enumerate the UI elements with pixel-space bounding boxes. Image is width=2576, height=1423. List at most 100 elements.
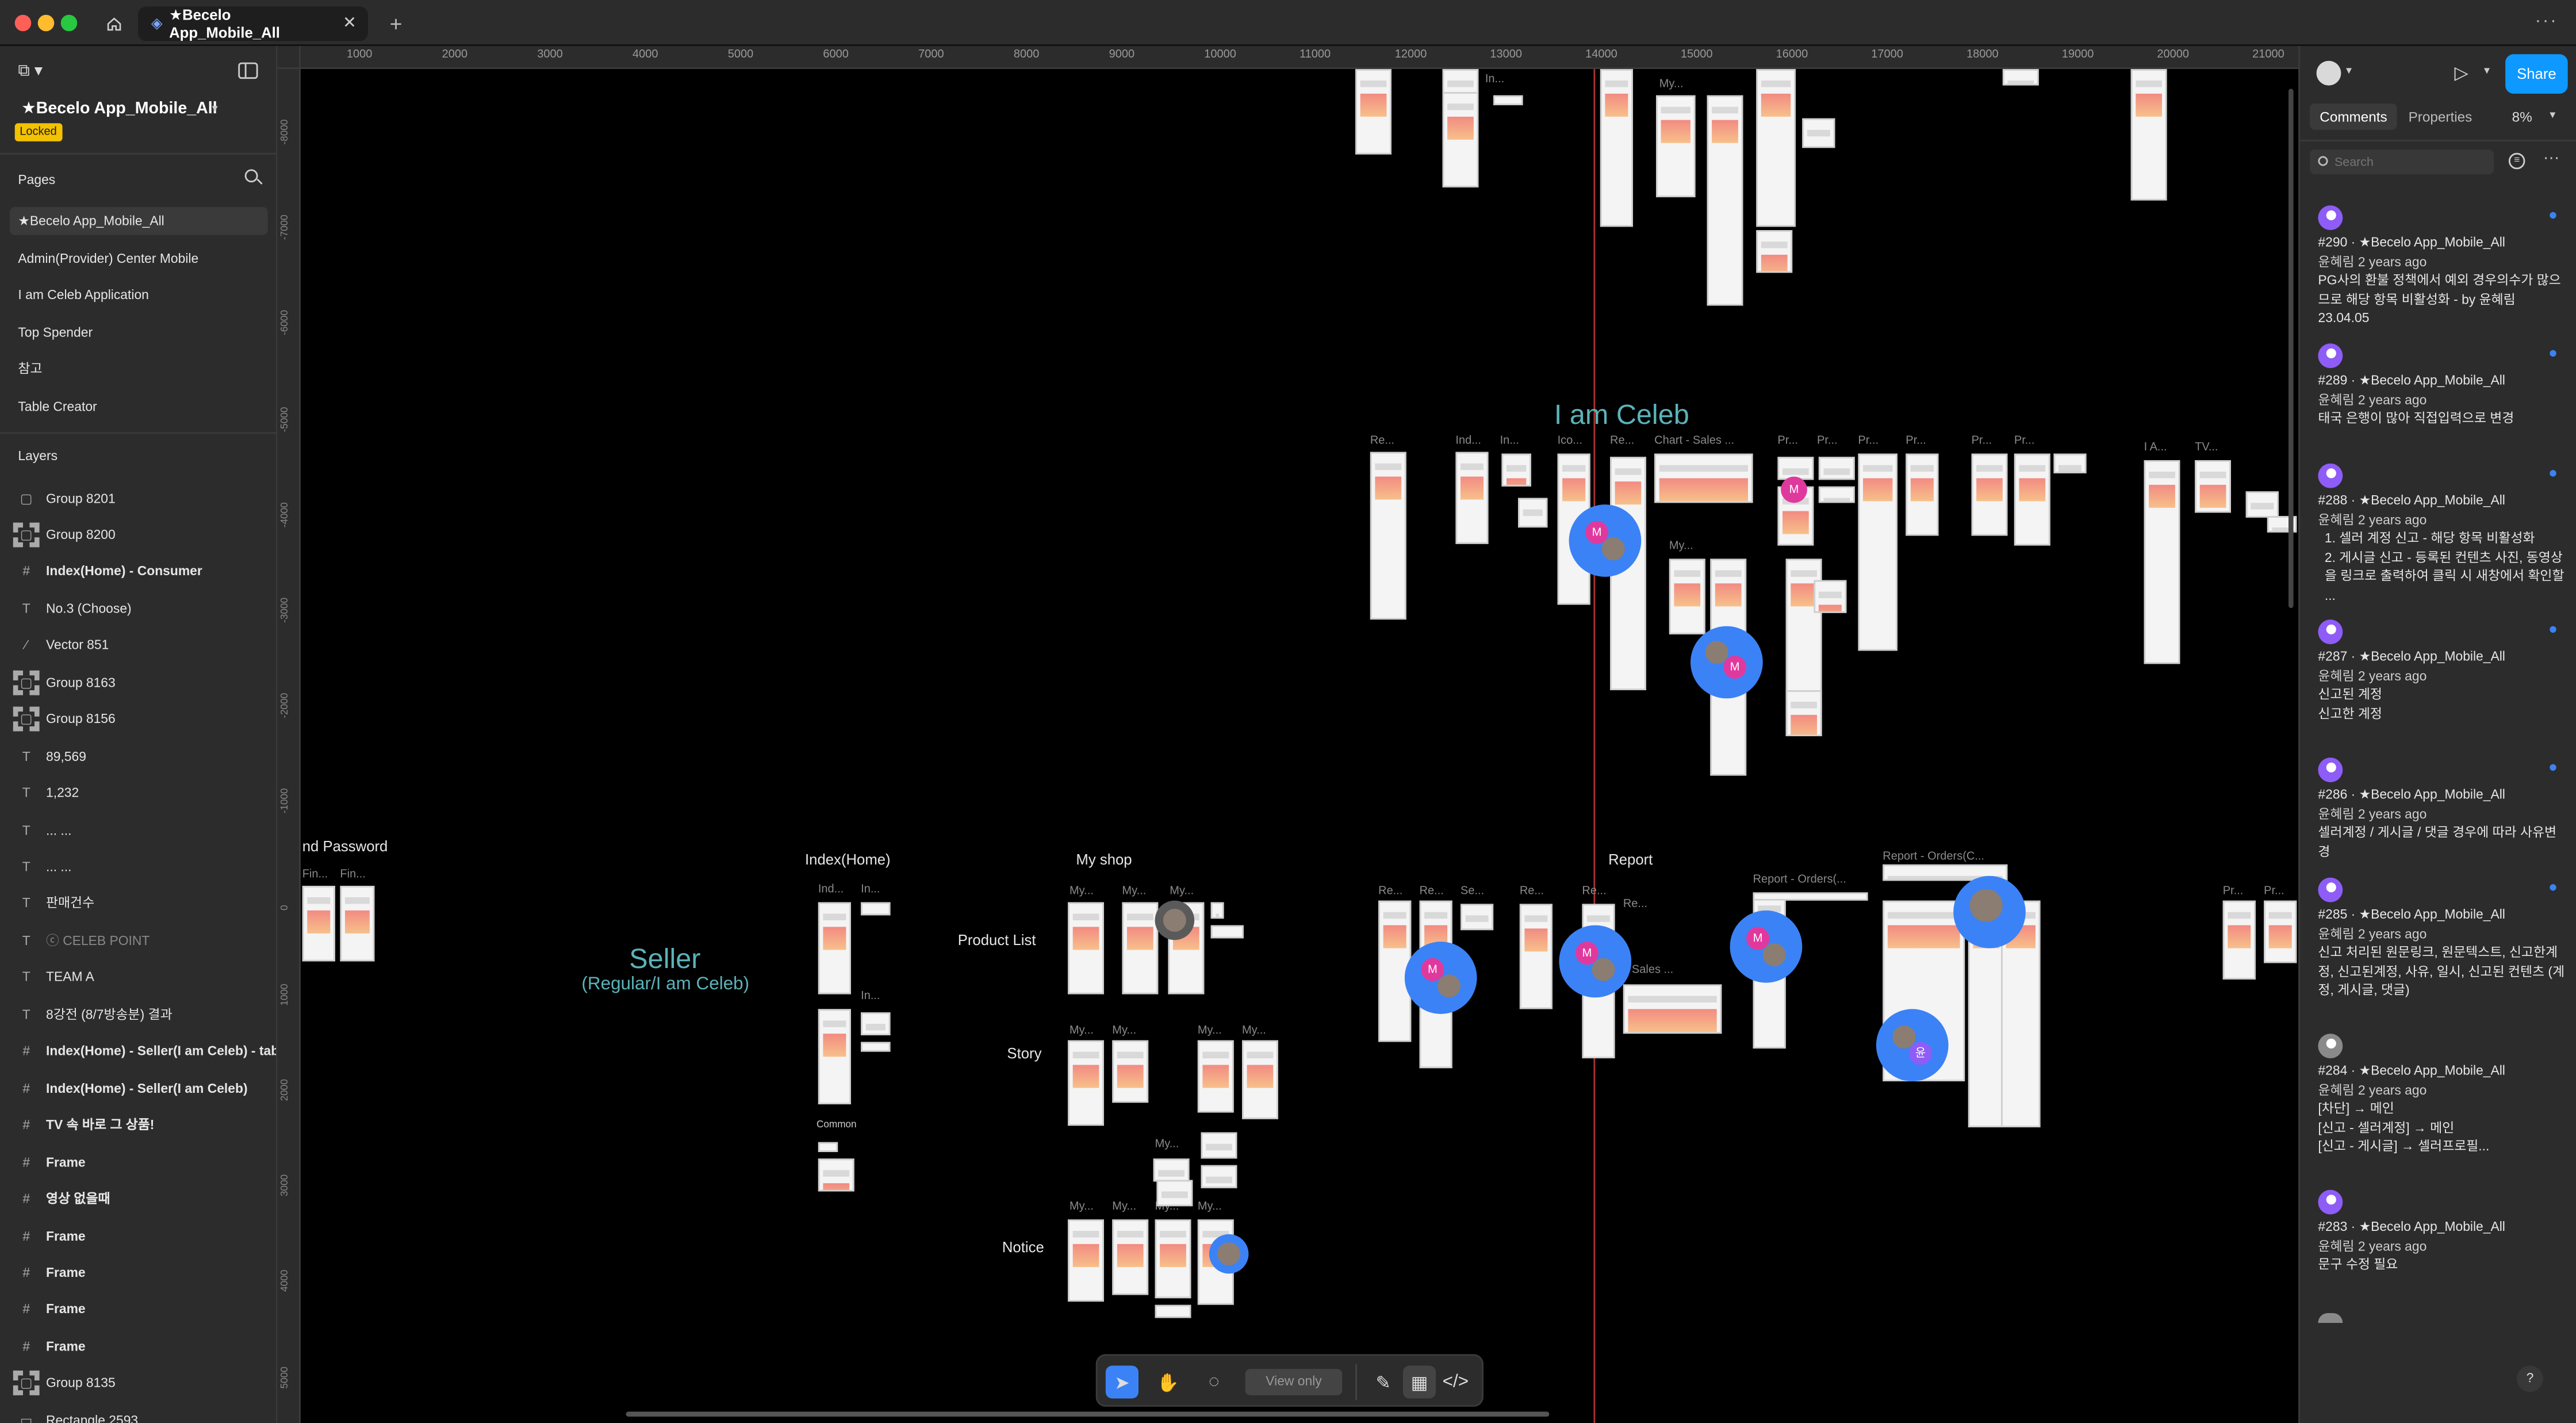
design-frame-thumbnail[interactable]	[861, 1012, 891, 1035]
more-options-icon[interactable]: ···	[2543, 150, 2560, 167]
design-frame-thumbnail[interactable]	[2245, 491, 2279, 518]
design-frame-thumbnail[interactable]	[1155, 1305, 1191, 1318]
design-frame-thumbnail[interactable]	[1785, 690, 1822, 736]
design-frame-thumbnail[interactable]	[1906, 453, 1939, 536]
design-frame-thumbnail[interactable]	[1858, 453, 1897, 651]
design-frame-thumbnail[interactable]	[1156, 1180, 1193, 1207]
layer-item[interactable]: # Index(Home) - Seller(I am Celeb) - tab	[0, 1036, 278, 1066]
design-frame-thumbnail[interactable]	[1519, 904, 1552, 1009]
design-frame-thumbnail[interactable]	[1355, 69, 1392, 155]
design-frame-thumbnail[interactable]	[1242, 1040, 1278, 1119]
design-frame-thumbnail[interactable]	[1122, 902, 1159, 994]
close-tab-icon[interactable]: ✕	[343, 15, 356, 33]
design-frame-thumbnail[interactable]	[1197, 1040, 1234, 1113]
design-frame-thumbnail[interactable]	[1656, 95, 1696, 197]
design-frame-thumbnail[interactable]	[2195, 460, 2231, 513]
layer-item[interactable]: T TEAM A	[0, 963, 278, 992]
search-input[interactable]	[2334, 151, 2486, 173]
comment-pin[interactable]: M	[1569, 504, 1642, 577]
help-button[interactable]: ?	[2517, 1365, 2543, 1392]
comment-pin[interactable]: M	[1404, 942, 1477, 1014]
design-frame-thumbnail[interactable]	[1623, 984, 1722, 1034]
design-frame-thumbnail[interactable]	[2130, 69, 2167, 201]
design-frame-thumbnail[interactable]	[1210, 902, 1224, 919]
design-frame-thumbnail[interactable]	[1068, 1219, 1104, 1302]
layer-item[interactable]: # Index(Home) - Consumer	[0, 557, 278, 586]
design-frame-thumbnail[interactable]	[818, 1009, 851, 1104]
design-frame-thumbnail[interactable]	[1455, 452, 1489, 544]
design-frame-thumbnail[interactable]	[2053, 453, 2087, 473]
page-item[interactable]: Top Spender	[10, 318, 268, 346]
layer-item[interactable]: T 1,232	[0, 778, 278, 808]
design-frame-thumbnail[interactable]	[818, 1158, 854, 1192]
design-canvas[interactable]: 1000 2000 3000 4000 5000 6000 7000 8000 9000 1000…	[277, 46, 2299, 1423]
home-tab[interactable]	[95, 6, 132, 41]
design-frame-thumbnail[interactable]	[1971, 453, 2008, 536]
design-frame-thumbnail[interactable]	[1669, 559, 1705, 634]
design-frame-thumbnail[interactable]	[1654, 453, 1753, 503]
design-frame-thumbnail[interactable]	[1818, 457, 1855, 480]
search-pages-icon[interactable]	[244, 169, 263, 185]
draw-tool-icon[interactable]: ✎	[1367, 1365, 1400, 1398]
layer-item[interactable]: # 영상 없을때	[0, 1184, 278, 1214]
comment-pin[interactable]: M	[1690, 626, 1763, 699]
design-frame-thumbnail[interactable]	[818, 1142, 838, 1152]
layer-item[interactable]: # Frame	[0, 1295, 278, 1324]
maximize-window-button[interactable]	[60, 14, 78, 32]
minimize-window-button[interactable]	[37, 14, 55, 32]
tab-properties[interactable]: Properties	[2409, 104, 2472, 130]
more-menu-icon[interactable]: ···	[2535, 12, 2558, 31]
design-frame-thumbnail[interactable]	[340, 886, 375, 962]
layer-item[interactable]: # Frame	[0, 1147, 278, 1177]
design-frame-thumbnail[interactable]	[861, 902, 891, 916]
comment-pin[interactable]	[1953, 875, 2026, 948]
design-frame-thumbnail[interactable]	[1442, 92, 1479, 188]
layer-item[interactable]: ▢ Group 8200	[0, 520, 278, 549]
layer-item[interactable]: T 8강전 (8/7방송분) 결과	[0, 1000, 278, 1029]
toggle-sidebar-icon[interactable]	[238, 62, 258, 79]
zoom-chevron-icon[interactable]: ▾	[2550, 109, 2555, 121]
layer-item[interactable]: T ... ...	[0, 815, 278, 844]
user-menu-chevron-icon[interactable]: ▾	[2346, 64, 2352, 77]
comment-pin[interactable]: M	[1559, 925, 1632, 998]
layer-item[interactable]: # TV 속 바로 그 상품!	[0, 1110, 278, 1139]
main-menu-button[interactable]: ⧉ ▾	[18, 63, 43, 81]
design-frame-thumbnail[interactable]	[1814, 580, 1847, 613]
design-frame-thumbnail[interactable]	[1818, 486, 1855, 503]
view-only-button[interactable]: View only	[1245, 1369, 1343, 1395]
comment-tool-icon[interactable]: ◌	[1198, 1365, 1230, 1398]
design-frame-thumbnail[interactable]	[861, 1042, 891, 1052]
design-frame-thumbnail[interactable]	[1518, 498, 1548, 528]
design-frame-thumbnail[interactable]	[818, 902, 851, 994]
user-avatar[interactable]	[2316, 60, 2341, 86]
design-frame-thumbnail[interactable]	[1112, 1040, 1149, 1103]
page-item[interactable]: Table Creator	[10, 392, 268, 420]
new-tab-icon[interactable]: +	[381, 6, 411, 41]
design-frame-thumbnail[interactable]	[1802, 118, 1835, 148]
dev-mode-icon[interactable]: </>	[1439, 1365, 1472, 1398]
layer-item[interactable]: # Frame	[0, 1221, 278, 1250]
comment-pin[interactable]	[1155, 900, 1195, 940]
design-frame-thumbnail[interactable]	[1153, 1158, 1190, 1182]
layer-item[interactable]: T 89,569	[0, 741, 278, 771]
present-icon[interactable]: ▷	[2455, 63, 2468, 83]
layer-item[interactable]: T ... ...	[0, 852, 278, 881]
layer-item[interactable]: ▢ Group 8201	[0, 483, 278, 512]
layer-item[interactable]: ▢ Group 8135	[0, 1368, 278, 1398]
layer-item[interactable]: ∕ Vector 851	[0, 631, 278, 660]
layer-item[interactable]: ▢ Group 8156	[0, 705, 278, 734]
hand-tool-icon[interactable]: ✋	[1152, 1365, 1184, 1398]
comment-pin[interactable]: 윤	[1876, 1009, 1949, 1081]
file-name[interactable]: ★Becelo App_Mobile_All	[21, 100, 217, 118]
page-item[interactable]: I am Celeb Application	[10, 281, 268, 309]
present-menu-chevron-icon[interactable]: ▾	[2484, 64, 2490, 77]
layer-item[interactable]: T 판매건수	[0, 889, 278, 919]
vertical-scrollbar[interactable]	[2288, 89, 2294, 609]
tab-comments[interactable]: Comments	[2310, 104, 2397, 130]
layer-item[interactable]: # Frame	[0, 1258, 278, 1287]
zoom-level[interactable]: 8%	[2512, 104, 2532, 130]
design-mode-icon[interactable]: ▦	[1403, 1365, 1436, 1399]
close-window-button[interactable]	[14, 14, 32, 32]
horizontal-scrollbar[interactable]	[626, 1411, 1550, 1417]
layer-item[interactable]: # Index(Home) - Seller(I am Celeb)	[0, 1073, 278, 1103]
